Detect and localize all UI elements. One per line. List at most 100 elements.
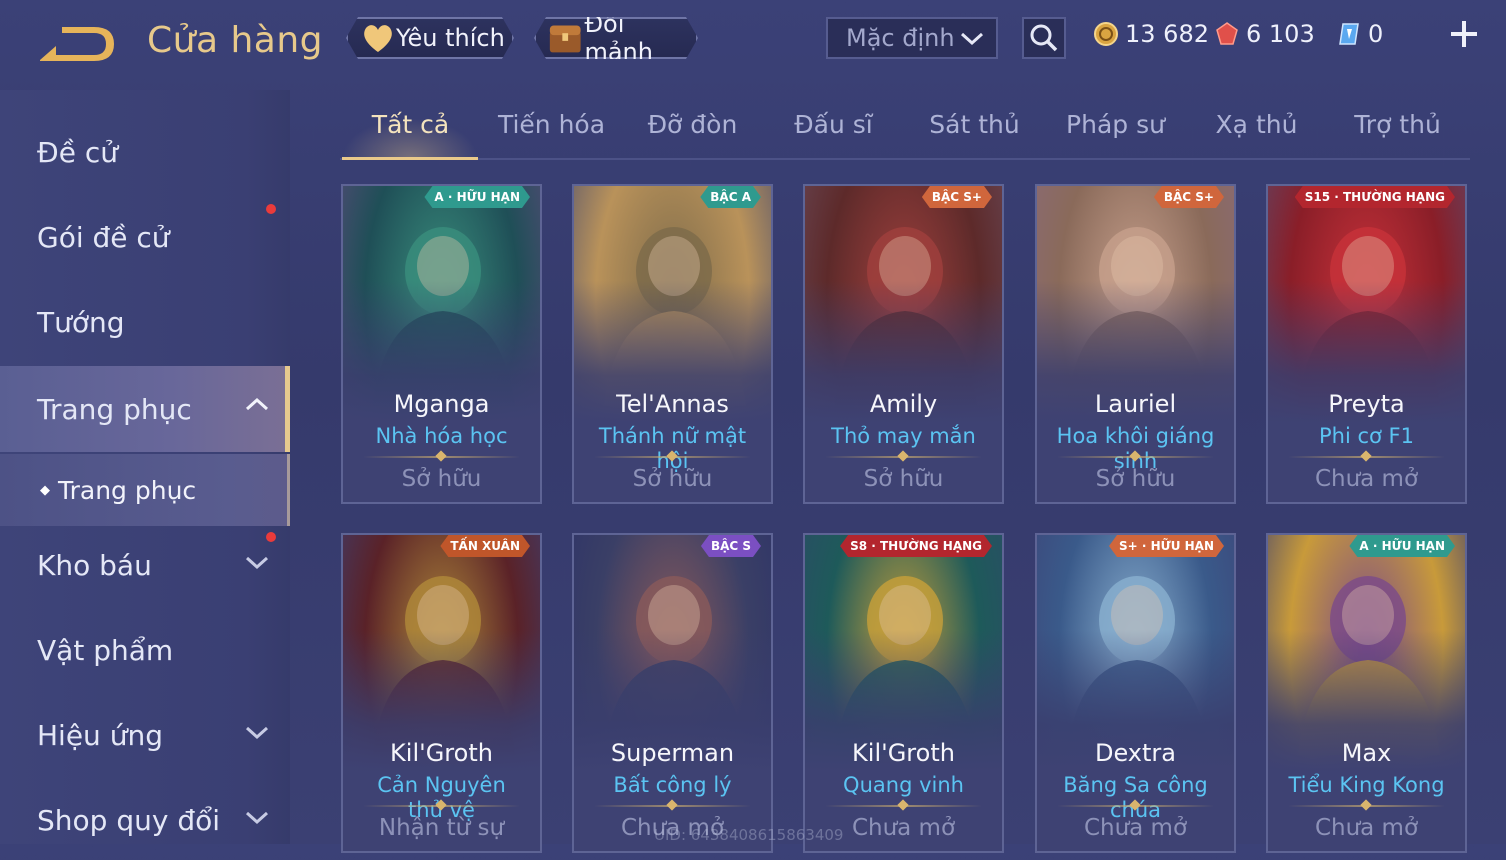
tab-all[interactable]: Tất cả [340,110,481,139]
chevron-up-icon [245,397,269,411]
tab-fighter[interactable]: Đấu sĩ [763,110,904,139]
tier-badge: A · HỮU HẠN [424,186,530,208]
tier-badge: BẬC S [701,535,761,557]
tier-badge: S15 · THƯỜNG HẠNG [1295,186,1455,208]
tier-badge: S8 · THƯỜNG HẠNG [840,535,992,557]
favorite-label: Yêu thích [396,24,505,52]
sidebar-item-treasure[interactable]: Kho báu [0,525,290,605]
sidebar-item-label: Tướng [37,305,125,339]
skin-card[interactable]: BẬC S+LaurielHoa khôi giáng sinhSở hữu [1035,184,1236,504]
ownership-status: Chưa mở [1314,466,1419,492]
back-button[interactable] [36,22,118,66]
ownership-status: Sở hữu [1095,466,1176,492]
top-up-button[interactable] [1448,18,1480,50]
skin-name: Thỏ may mắn [831,424,976,448]
gold-currency: 13 682 [1093,20,1209,48]
ruby-amount: 6 103 [1246,20,1315,48]
ownership-status: Nhận từ sự [378,815,505,841]
skin-name: Nhà hóa học [375,424,508,448]
gold-coin-icon [1094,22,1118,46]
tier-badge: BẬC S+ [1154,186,1224,208]
sidebar-item-label: Kho báu [37,548,152,582]
sidebar-item-label: Shop quy đổi [37,803,220,837]
skin-card[interactable]: S15 · THƯỜNG HẠNG Preyta Phi cơ F1 Chưa mở [1266,184,1467,504]
tier-badge: BẬC S+ [922,186,992,208]
skin-card[interactable]: BẬC ATel'AnnasThánh nữ mật hộiSở hữu [572,184,773,504]
hero-name: Preyta [1328,390,1405,418]
sidebar-item-heroes[interactable]: Tướng [0,282,290,362]
voucher-amount: 0 [1368,20,1384,48]
skin-card[interactable]: A · HỮU HẠN Mganga Nhà hóa học Sở hữu [341,184,542,504]
hero-name: Kil'Groth [390,739,493,767]
card-divider [363,450,520,462]
sidebar-item-exchange-shop[interactable]: Shop quy đổi [0,780,290,860]
page-title: Cửa hàng [147,20,324,61]
tab-support[interactable]: Trợ thủ [1327,110,1468,139]
sidebar-item-skins[interactable]: Trang phục [0,366,290,452]
heart-icon [360,22,396,54]
tab-assassin[interactable]: Sát thủ [904,110,1045,139]
ownership-status: Chưa mở [1314,815,1419,841]
gold-amount: 13 682 [1125,20,1209,48]
ownership-status: Sở hữu [863,466,944,492]
card-divider [1057,450,1214,462]
search-button[interactable] [1022,17,1066,59]
chevron-down-icon [960,32,984,46]
category-tabs: Tất cả Tiến hóa Đỡ đòn Đấu sĩ Sát thủ Ph… [340,100,1470,160]
sidebar-item-label: Đề cử [37,135,118,169]
sidebar-item-effects[interactable]: Hiệu ứng [0,695,290,775]
ownership-status: Sở hữu [632,466,713,492]
sidebar-item-label: Gói đề cử [37,220,170,254]
skin-name: Tiểu King Kong [1288,773,1445,797]
skin-name: Bất công lý [613,773,732,797]
tab-mage[interactable]: Pháp sư [1045,110,1186,139]
skin-card[interactable]: S+ · HỮU HẠNDextraBăng Sa công chúaChưa … [1035,533,1236,853]
favorite-button[interactable]: Yêu thích [346,17,514,59]
chevron-down-icon [245,726,269,740]
bullet-icon: ◆ [40,482,50,498]
tab-tank[interactable]: Đỡ đòn [622,110,763,139]
notification-dot [266,532,276,542]
chevron-down-icon [245,811,269,825]
chest-icon [546,21,584,55]
sidebar-item-recommended[interactable]: Đề cử [0,112,290,192]
sidebar-item-recommended-packs[interactable]: Gói đề cử [0,197,290,277]
hero-name: Tel'Annas [616,390,729,418]
tab-underline [342,157,478,160]
card-divider [1288,450,1445,462]
skin-card[interactable]: BẬC S Superman Bất công lý Chưa mở [572,533,773,853]
sidebar-item-items[interactable]: Vật phẩm [0,610,290,690]
sidebar-subitem-skins[interactable]: ◆ Trang phục [0,454,290,526]
chevron-down-icon [245,556,269,570]
back-arrow-icon [40,27,114,61]
tier-badge: S+ · HỮU HẠN [1109,535,1224,557]
skin-name: Phi cơ F1 [1319,424,1414,448]
plus-icon [1451,21,1477,47]
skin-card[interactable]: S8 · THƯỜNG HẠNG Kil'Groth Quang vinh Chưa … [803,533,1004,853]
skin-card[interactable]: BẬC S+ Amily Thỏ may mắn Sở hữu [803,184,1004,504]
hero-name: Dextra [1094,739,1176,767]
card-divider [363,799,520,811]
card-divider [825,450,982,462]
tier-badge: TẤN XUÂN [440,535,530,557]
notification-dot [266,204,276,214]
hero-name: Mganga [393,390,490,418]
sort-dropdown[interactable]: Mặc định [826,17,998,59]
hero-name: Amily [869,390,938,418]
tab-evolution[interactable]: Tiến hóa [481,110,622,139]
exchange-shards-button[interactable]: Đổi mảnh [534,17,698,59]
sidebar-item-label: Vật phẩm [37,633,174,667]
sidebar-item-label: Trang phục [37,392,192,426]
sidebar-subitem-label: Trang phục [58,475,197,505]
hero-name: Max [1341,739,1392,767]
uid-watermark: UID: 6438408615863409 [654,826,844,844]
tier-badge: BẬC A [700,186,761,208]
card-divider [1057,799,1214,811]
card-divider [1288,799,1445,811]
skin-card[interactable]: A · HỮU HẠN Max Tiểu King Kong Chưa mở [1266,533,1467,853]
hero-name: Lauriel [1094,390,1177,418]
skin-card[interactable]: TẤN XUÂN Kil'Groth Cản Nguyên thủ vệ Nhận t… [341,533,542,853]
card-divider [825,799,982,811]
tab-marksman[interactable]: Xạ thủ [1186,110,1327,139]
sidebar-item-label: Hiệu ứng [37,718,163,752]
